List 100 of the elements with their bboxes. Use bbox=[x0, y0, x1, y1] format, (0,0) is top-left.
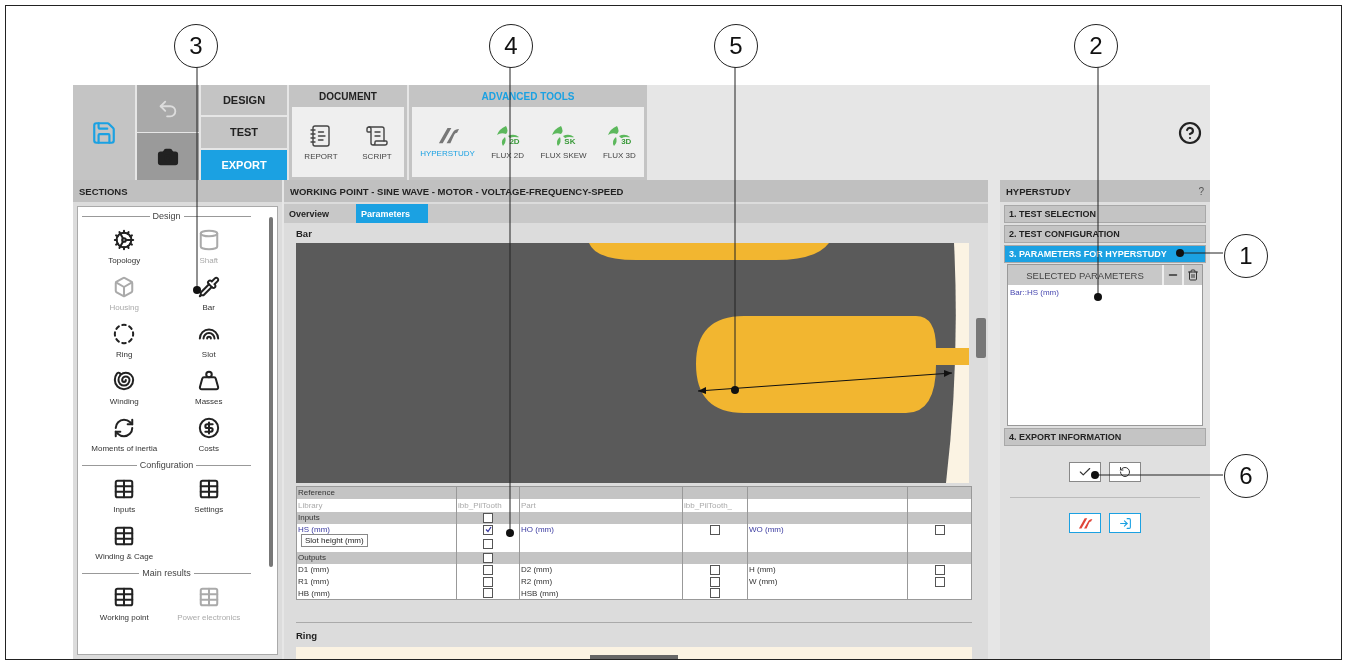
weight-icon bbox=[197, 369, 220, 392]
table-icon bbox=[197, 477, 220, 500]
toolbar-button[interactable]: 3D FLUX 3D bbox=[600, 122, 638, 162]
pipette-icon bbox=[197, 275, 220, 298]
shell-icon bbox=[113, 369, 136, 392]
checkbox[interactable] bbox=[710, 564, 720, 575]
section-item[interactable]: Ring bbox=[82, 317, 167, 364]
table-cell: ibb_PilTooth bbox=[458, 500, 502, 510]
table-cell[interactable]: WO (mm) bbox=[749, 525, 784, 534]
step-header[interactable]: 4. EXPORT INFORMATION bbox=[1004, 428, 1206, 446]
section-item[interactable]: Working point bbox=[82, 580, 167, 627]
table-icon bbox=[197, 585, 220, 608]
table-cell[interactable]: D2 (mm) bbox=[521, 565, 553, 574]
callout-number: 6 bbox=[1224, 454, 1268, 498]
trash-icon bbox=[1187, 269, 1199, 281]
group-title: Design bbox=[152, 211, 181, 221]
table-icon bbox=[113, 477, 136, 500]
notebook-icon bbox=[308, 123, 333, 148]
group-title: ADVANCED TOOLS bbox=[480, 89, 576, 104]
section-item[interactable]: Inputs bbox=[82, 472, 167, 519]
table-cell[interactable]: H (mm) bbox=[749, 565, 776, 574]
cylinder-icon bbox=[197, 228, 220, 251]
section-item[interactable]: Winding bbox=[82, 364, 167, 411]
dollar-icon bbox=[197, 416, 220, 439]
hyperstudy-button[interactable] bbox=[1069, 513, 1101, 533]
checkbox[interactable] bbox=[483, 588, 493, 599]
section-item[interactable]: Slot bbox=[166, 317, 251, 364]
section-item[interactable]: Settings bbox=[166, 472, 251, 519]
validate-button[interactable] bbox=[1069, 462, 1101, 482]
propeller-icon: 3D bbox=[606, 124, 633, 147]
section-item[interactable]: Topology bbox=[82, 223, 167, 270]
checkbox[interactable] bbox=[483, 524, 493, 535]
section-item[interactable]: Bar bbox=[166, 270, 251, 317]
panel-title: SECTIONS bbox=[79, 185, 128, 197]
propeller-icon: SK bbox=[550, 124, 577, 147]
checkbox[interactable] bbox=[934, 576, 945, 587]
slash-logo-icon bbox=[1077, 516, 1093, 530]
leader-line bbox=[1176, 249, 1223, 257]
save-tile[interactable] bbox=[73, 85, 135, 180]
callout-number: 2 bbox=[1074, 24, 1118, 68]
scroll-icon bbox=[364, 123, 389, 148]
horizontal-scrollbar[interactable] bbox=[590, 655, 678, 659]
list-item[interactable]: Bar::HS (mm) bbox=[1008, 285, 1202, 300]
checkbox[interactable] bbox=[483, 538, 493, 549]
table-icon bbox=[113, 524, 136, 547]
checkbox[interactable] bbox=[483, 552, 493, 563]
checkbox[interactable] bbox=[934, 524, 945, 535]
table-cell[interactable]: W (mm) bbox=[749, 577, 778, 586]
mode-tab[interactable]: DESIGN bbox=[201, 85, 287, 116]
checkbox[interactable] bbox=[483, 564, 493, 575]
table-cell: Reference bbox=[298, 488, 335, 498]
table-cell[interactable]: R1 (mm) bbox=[298, 577, 330, 586]
check-icon bbox=[1078, 465, 1092, 479]
checkbox[interactable] bbox=[710, 524, 720, 535]
callout-number: 5 bbox=[714, 24, 758, 68]
table-cell[interactable]: HO (mm) bbox=[521, 525, 554, 534]
checkbox[interactable] bbox=[710, 576, 720, 587]
callout-number: 3 bbox=[174, 24, 218, 68]
toolbar-button[interactable]: SCRIPT bbox=[360, 121, 394, 163]
reset-button[interactable] bbox=[1109, 462, 1141, 482]
checkbox[interactable] bbox=[483, 512, 493, 523]
section-item[interactable]: Winding & Cage bbox=[82, 519, 167, 566]
table-cell[interactable]: HB (mm) bbox=[298, 588, 330, 598]
arrow-into-box-icon bbox=[1118, 516, 1132, 530]
mode-tab[interactable]: TEST bbox=[201, 117, 287, 148]
tab[interactable]: Overview bbox=[284, 204, 356, 223]
toolbar-button[interactable]: REPORT bbox=[302, 121, 340, 163]
rotate-icon bbox=[113, 416, 136, 439]
table-cell: Library bbox=[298, 500, 323, 510]
callout-number: 1 bbox=[1224, 234, 1268, 278]
cog-icon bbox=[113, 228, 136, 251]
section-item[interactable]: Moments of inertia bbox=[82, 411, 167, 458]
help-mark[interactable]: ? bbox=[1198, 185, 1204, 197]
camera-tile[interactable] bbox=[137, 133, 199, 180]
table-cell: ibb_PilTooth_ bbox=[684, 500, 733, 510]
help-icon[interactable] bbox=[1178, 120, 1202, 145]
reset-icon bbox=[1119, 466, 1131, 478]
checkbox[interactable] bbox=[710, 588, 720, 599]
panel-title: HYPERSTUDY bbox=[1006, 185, 1071, 197]
toolbar-button[interactable]: SK FLUX SKEW bbox=[538, 122, 589, 162]
callout-number: 4 bbox=[489, 24, 533, 68]
step-header[interactable]: 1. TEST SELECTION bbox=[1004, 205, 1206, 223]
checkbox[interactable] bbox=[934, 564, 945, 575]
table-cell[interactable]: HS (mm) bbox=[298, 525, 330, 534]
table-cell[interactable]: D1 (mm) bbox=[298, 565, 330, 574]
section-item[interactable]: Masses bbox=[166, 364, 251, 411]
box-icon bbox=[113, 275, 136, 298]
panel-title: WORKING POINT - SINE WAVE - MOTOR - VOLTAGE-FREQUENCY-SPEED bbox=[290, 185, 624, 197]
table-cell: Outputs bbox=[298, 553, 326, 562]
checkbox[interactable] bbox=[483, 576, 493, 587]
undo-tile[interactable] bbox=[137, 85, 199, 132]
table-cell[interactable]: R2 (mm) bbox=[521, 577, 553, 586]
dashed-circle-icon bbox=[113, 322, 136, 345]
propeller-icon: 2D bbox=[494, 124, 521, 147]
group-title: Configuration bbox=[139, 460, 194, 470]
table-cell: Inputs bbox=[298, 513, 320, 522]
step-header[interactable]: 2. TEST CONFIGURATION bbox=[1004, 225, 1206, 243]
section-item[interactable]: Costs bbox=[166, 411, 251, 458]
table-cell[interactable]: HSB (mm) bbox=[521, 588, 559, 598]
export-button[interactable] bbox=[1109, 513, 1141, 533]
